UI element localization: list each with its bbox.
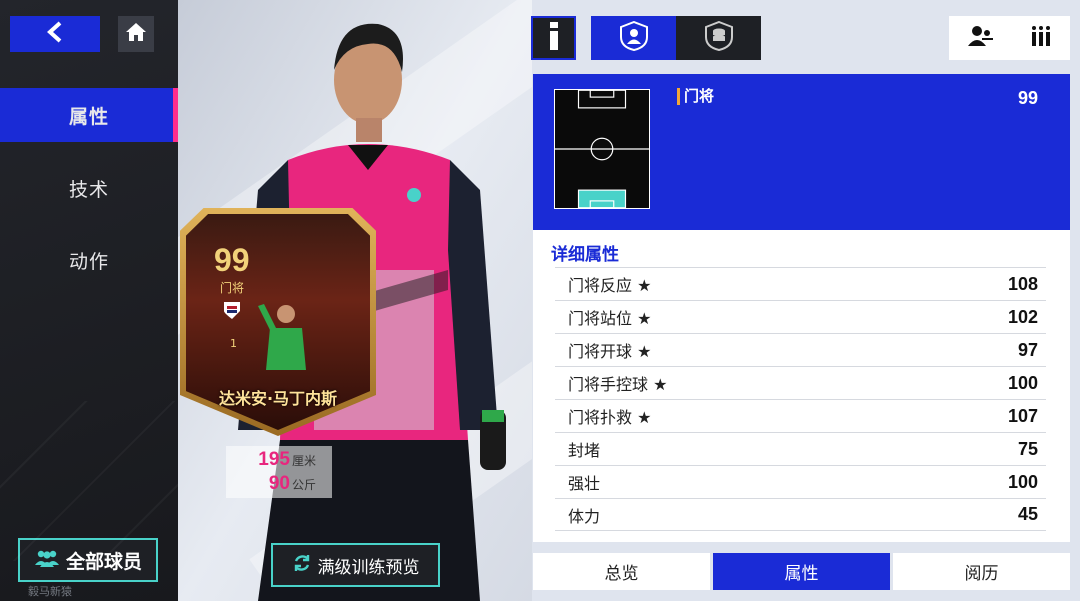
- utility-buttons: [949, 16, 1070, 60]
- weight-unit: 公斤: [291, 478, 316, 492]
- coin-stack-icon: [704, 20, 733, 55]
- attribute-value: 97: [1017, 339, 1038, 360]
- attribute-row: 门将反应 ★ 108: [555, 267, 1046, 300]
- tab-label: 属性: [784, 564, 819, 584]
- attribute-value: 45: [1017, 504, 1038, 524]
- home-button[interactable]: [118, 16, 154, 52]
- attribute-value: 108: [1007, 273, 1038, 294]
- sidebar-item-label: 技术: [68, 178, 109, 201]
- weight-value: 90: [268, 473, 290, 494]
- sidebar-item-label: 属性: [68, 105, 109, 128]
- attribute-name: 门将站位 ★: [568, 309, 652, 328]
- height-unit: 厘米: [291, 454, 316, 468]
- attribute-name: 门将扑救 ★: [568, 408, 652, 427]
- card-player-name: 达米安·马丁内斯: [218, 389, 338, 408]
- attribute-name: 门将反应 ★: [568, 276, 652, 295]
- tab-career[interactable]: 阅历: [893, 553, 1070, 590]
- sidebar-item-skills[interactable]: 技术: [0, 161, 178, 215]
- player-stage: 99 门将 1 达米安·马丁内斯 195 厘米 90 公斤 满级训练预览: [178, 0, 532, 601]
- attribute-row: 封堵 75: [555, 432, 1046, 465]
- attribute-value: 107: [1007, 405, 1038, 426]
- info-icon: [547, 21, 561, 55]
- card-player-art: [258, 304, 306, 370]
- position-panel: 门将 99: [533, 74, 1070, 230]
- training-preview-label: 满级训练预览: [317, 557, 420, 578]
- card-number: 1: [230, 337, 237, 350]
- attribute-value: 100: [1007, 372, 1038, 393]
- all-players-label: 全部球员: [65, 550, 142, 573]
- sidebar-item-label: 动作: [68, 250, 109, 273]
- player-badge-icon: [619, 20, 648, 55]
- stats-bars-icon[interactable]: [1030, 25, 1052, 51]
- attribute-row: 体力 45: [555, 498, 1046, 531]
- tab-label: 总览: [604, 564, 639, 584]
- home-icon: [125, 22, 147, 46]
- chevron-left-icon: [46, 21, 64, 47]
- body-stats: 195 厘米 90 公斤: [226, 446, 332, 498]
- attribute-name: 门将开球 ★: [568, 342, 652, 361]
- attribute-row: 门将扑救 ★ 107: [555, 399, 1046, 432]
- attribute-row: 门将手控球 ★ 100: [555, 366, 1046, 399]
- attribute-value: 100: [1007, 471, 1038, 492]
- training-preview-button[interactable]: 满级训练预览: [271, 543, 440, 587]
- attribute-name: 体力: [568, 506, 601, 526]
- position-label: 门将: [677, 88, 714, 105]
- sidebar: 属性 技术 动作 全部球员 毅马新猿 378.2160.4026974.9: [0, 0, 178, 601]
- weight-stat: 90 公斤: [269, 473, 316, 495]
- attribute-value: 75: [1017, 438, 1038, 459]
- info-button[interactable]: [531, 16, 576, 60]
- position-rating: 99: [1017, 88, 1038, 108]
- all-players-button[interactable]: 全部球员: [18, 538, 158, 582]
- club-crest-icon: [224, 302, 240, 319]
- users-icon: [34, 549, 60, 572]
- height-stat: 195 厘米: [258, 449, 316, 471]
- player-value-view-button[interactable]: [676, 16, 761, 60]
- card-position: 门将: [220, 281, 245, 295]
- sidebar-item-moves[interactable]: 动作: [0, 233, 178, 287]
- watermark: 毅马新猿 378.2160.4026974.9: [28, 585, 143, 601]
- tab-overview[interactable]: 总览: [533, 553, 710, 590]
- pitch-diagram: [554, 89, 650, 209]
- back-button[interactable]: [10, 16, 100, 52]
- detail-title: 详细属性: [551, 245, 619, 265]
- attribute-row: 门将开球 ★ 97: [555, 333, 1046, 366]
- card-rating: 99: [214, 242, 250, 278]
- sidebar-item-attributes[interactable]: 属性: [0, 88, 178, 142]
- attribute-value: 102: [1007, 306, 1038, 327]
- tab-label: 阅历: [964, 564, 999, 584]
- attribute-name: 门将手控球 ★: [568, 375, 668, 394]
- height-value: 195: [258, 449, 290, 470]
- tab-attributes[interactable]: 属性: [713, 553, 890, 590]
- player-profile-view-button[interactable]: [591, 16, 676, 60]
- attribute-name: 强壮: [568, 474, 601, 493]
- detail-attributes-panel: 详细属性 门将反应 ★ 108 门将站位 ★ 102 门将开球 ★ 97 门将手…: [533, 230, 1070, 542]
- attribute-row: 强壮 100: [555, 465, 1046, 498]
- refresh-icon: [292, 553, 312, 578]
- attribute-name: 封堵: [568, 441, 601, 460]
- attribute-row: 门将站位 ★ 102: [555, 300, 1046, 333]
- compare-players-icon[interactable]: [967, 24, 995, 52]
